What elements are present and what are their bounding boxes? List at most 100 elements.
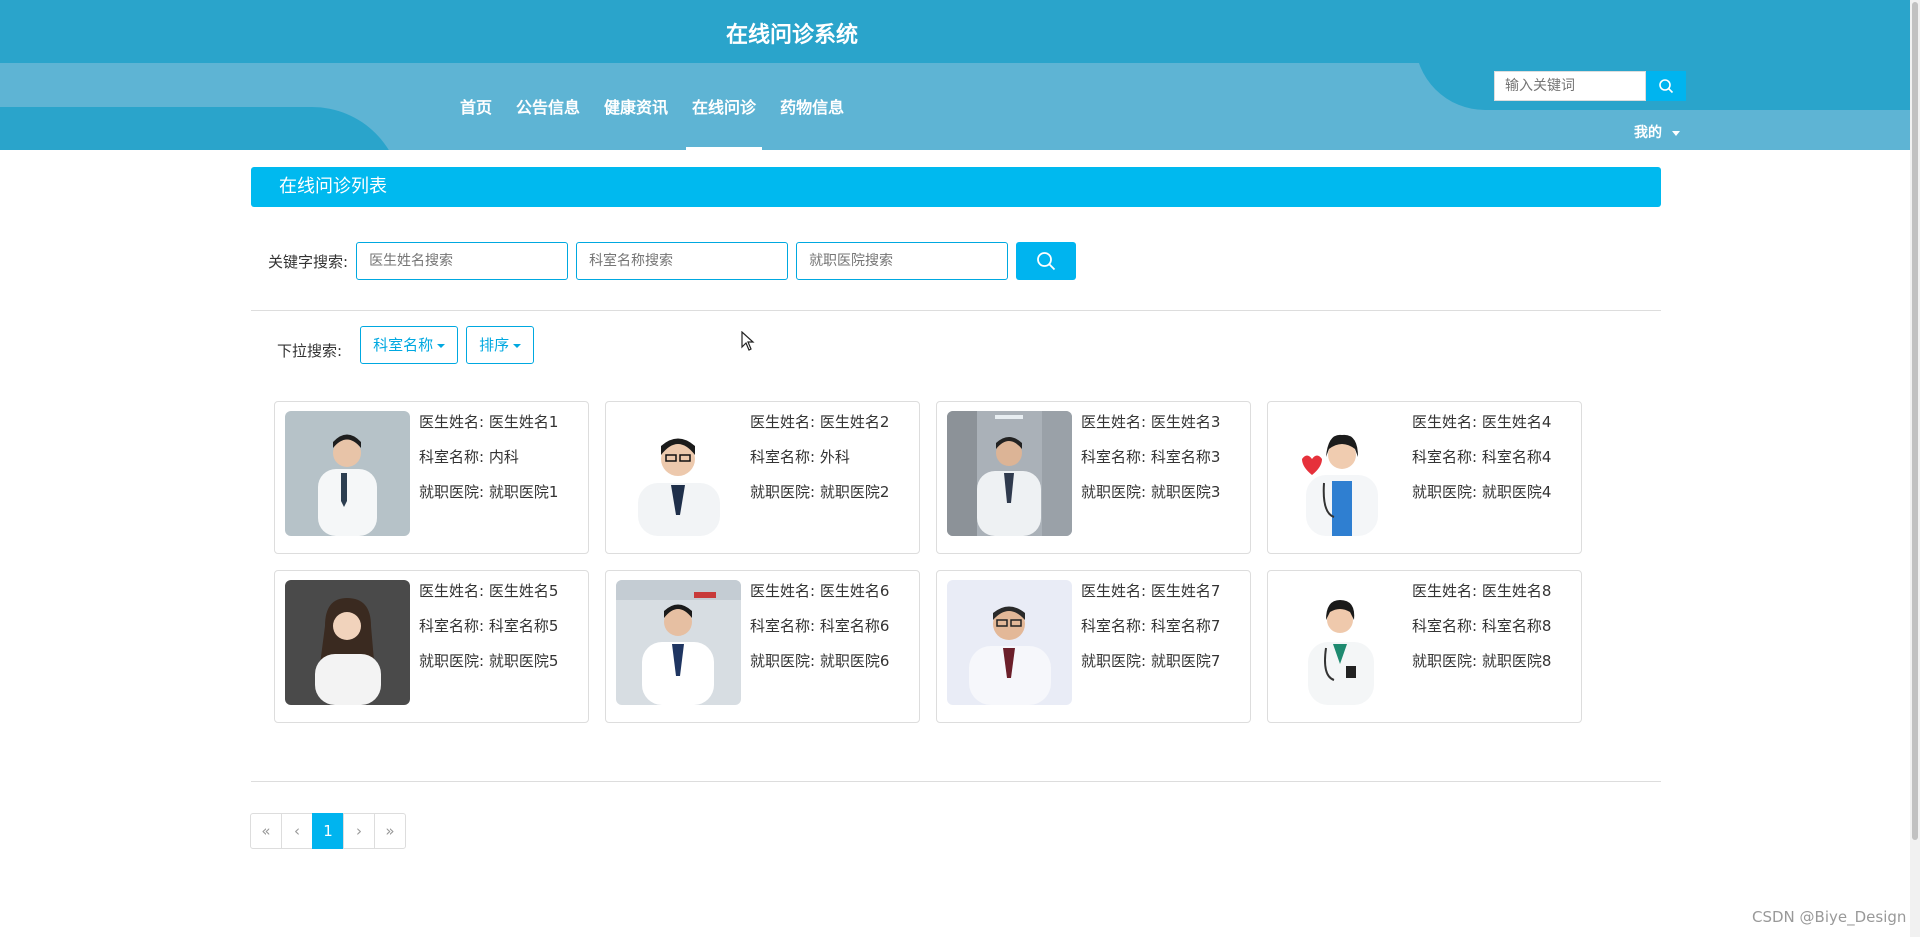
section-divider bbox=[251, 781, 1661, 782]
field-label: 科室名称: bbox=[1081, 448, 1147, 466]
dropdown-search-label: 下拉搜索: bbox=[277, 341, 343, 360]
doctor-photo bbox=[1278, 411, 1403, 536]
doctor-info: 医生姓名: 医生姓名1 科室名称: 内科 就职医院: 就职医院1 bbox=[419, 411, 558, 516]
doctor-name: 医生姓名4 bbox=[1481, 413, 1552, 431]
doctor-info: 医生姓名: 医生姓名8 科室名称: 科室名称8 就职医院: 就职医院8 bbox=[1412, 580, 1551, 685]
doctor-photo bbox=[1278, 580, 1403, 705]
doctor-name-row: 医生姓名: 医生姓名4 bbox=[1412, 411, 1551, 446]
hospital-row: 就职医院: 就职医院7 bbox=[1081, 650, 1220, 685]
sort-dropdown[interactable]: 排序 bbox=[466, 326, 535, 364]
user-menu[interactable]: 我的 bbox=[1634, 122, 1680, 142]
doctor-card[interactable]: 医生姓名: 医生姓名4 科室名称: 科室名称4 就职医院: 就职医院4 bbox=[1267, 401, 1582, 554]
keyword-search-label: 关键字搜索: bbox=[268, 252, 349, 271]
doctor-name: 医生姓名1 bbox=[488, 413, 559, 431]
page-last-button[interactable]: » bbox=[374, 813, 406, 849]
department-row: 科室名称: 外科 bbox=[750, 446, 889, 481]
hospital-name: 就职医院5 bbox=[488, 652, 559, 670]
doctor-card[interactable]: 医生姓名: 医生姓名8 科室名称: 科室名称8 就职医院: 就职医院8 bbox=[1267, 570, 1582, 723]
field-label: 科室名称: bbox=[419, 448, 485, 466]
field-label: 医生姓名: bbox=[419, 413, 485, 431]
field-label: 医生姓名: bbox=[1081, 582, 1147, 600]
doctor-info: 医生姓名: 医生姓名5 科室名称: 科室名称5 就职医院: 就职医院5 bbox=[419, 580, 558, 685]
doctor-name-row: 医生姓名: 医生姓名5 bbox=[419, 580, 558, 615]
page-first-button[interactable]: « bbox=[250, 813, 282, 849]
nav-health-news[interactable]: 健康资讯 bbox=[592, 76, 680, 150]
field-label: 科室名称: bbox=[750, 617, 816, 635]
doctor-info: 医生姓名: 医生姓名4 科室名称: 科室名称4 就职医院: 就职医院4 bbox=[1412, 411, 1551, 516]
doctor-card[interactable]: 医生姓名: 医生姓名5 科室名称: 科室名称5 就职医院: 就职医院5 bbox=[274, 570, 589, 723]
doctor-name-search-input[interactable] bbox=[356, 242, 569, 280]
department-dropdown[interactable]: 科室名称 bbox=[360, 326, 459, 364]
doctor-name-row: 医生姓名: 医生姓名3 bbox=[1081, 411, 1220, 446]
dropdown-search-row: 下拉搜索: 科室名称 排序 bbox=[277, 326, 542, 364]
doctor-card[interactable]: 医生姓名: 医生姓名1 科室名称: 内科 就职医院: 就职医院1 bbox=[274, 401, 589, 554]
section-divider bbox=[251, 310, 1661, 311]
header-decoration-left bbox=[0, 107, 402, 150]
field-label: 就职医院: bbox=[1412, 483, 1478, 501]
doctor-info: 医生姓名: 医生姓名6 科室名称: 科室名称6 就职医院: 就职医院6 bbox=[750, 580, 889, 685]
department-name: 科室名称5 bbox=[488, 617, 559, 635]
hospital-row: 就职医院: 就职医院2 bbox=[750, 481, 889, 516]
doctor-name-row: 医生姓名: 医生姓名8 bbox=[1412, 580, 1551, 615]
page-prev-button[interactable]: ‹ bbox=[281, 813, 313, 849]
page-scrollbar[interactable] bbox=[1910, 0, 1920, 937]
doctor-card[interactable]: 医生姓名: 医生姓名7 科室名称: 科室名称7 就职医院: 就职医院7 bbox=[936, 570, 1251, 723]
scrollbar-thumb[interactable] bbox=[1912, 2, 1918, 840]
field-label: 医生姓名: bbox=[1081, 413, 1147, 431]
department-row: 科室名称: 科室名称5 bbox=[419, 615, 558, 650]
header-search-input[interactable] bbox=[1494, 71, 1646, 101]
site-header: 在线问诊系统 首页 公告信息 健康资讯 在线问诊 药物信息 我的 bbox=[0, 0, 1920, 150]
hospital-row: 就职医院: 就职医院5 bbox=[419, 650, 558, 685]
mouse-cursor-icon bbox=[741, 331, 755, 351]
hospital-search-input[interactable] bbox=[796, 242, 1009, 280]
nav-announcements[interactable]: 公告信息 bbox=[504, 76, 592, 150]
header-search-button[interactable] bbox=[1646, 71, 1686, 101]
page-number-1[interactable]: 1 bbox=[312, 813, 344, 849]
field-label: 科室名称: bbox=[750, 448, 816, 466]
department-name: 科室名称4 bbox=[1481, 448, 1552, 466]
field-label: 医生姓名: bbox=[1412, 582, 1478, 600]
pagination: « ‹ 1 › » bbox=[250, 813, 406, 849]
department-search-input[interactable] bbox=[576, 242, 789, 280]
doctor-name: 医生姓名3 bbox=[1150, 413, 1221, 431]
doctor-name: 医生姓名2 bbox=[819, 413, 890, 431]
doctor-card[interactable]: 医生姓名: 医生姓名6 科室名称: 科室名称6 就职医院: 就职医院6 bbox=[605, 570, 920, 723]
hospital-name: 就职医院8 bbox=[1481, 652, 1552, 670]
nav-home[interactable]: 首页 bbox=[448, 76, 504, 150]
doctor-photo bbox=[616, 411, 741, 536]
hospital-name: 就职医院3 bbox=[1150, 483, 1221, 501]
keyword-search-row: 关键字搜索: bbox=[268, 242, 1077, 280]
user-menu-label: 我的 bbox=[1634, 125, 1662, 141]
doctor-name-row: 医生姓名: 医生姓名2 bbox=[750, 411, 889, 446]
doctor-card-grid: 医生姓名: 医生姓名1 科室名称: 内科 就职医院: 就职医院1 医生姓名: 医… bbox=[274, 401, 1582, 723]
doctor-name: 医生姓名5 bbox=[488, 582, 559, 600]
doctor-photo bbox=[616, 580, 741, 705]
field-label: 医生姓名: bbox=[419, 582, 485, 600]
hospital-row: 就职医院: 就职医院1 bbox=[419, 481, 558, 516]
department-row: 科室名称: 科室名称4 bbox=[1412, 446, 1551, 481]
doctor-card[interactable]: 医生姓名: 医生姓名2 科室名称: 外科 就职医院: 就职医院2 bbox=[605, 401, 920, 554]
department-name: 科室名称8 bbox=[1481, 617, 1552, 635]
field-label: 就职医院: bbox=[419, 483, 485, 501]
department-name: 科室名称7 bbox=[1150, 617, 1221, 635]
keyword-search-button[interactable] bbox=[1016, 242, 1077, 280]
field-label: 科室名称: bbox=[1412, 617, 1478, 635]
department-name: 科室名称3 bbox=[1150, 448, 1221, 466]
department-row: 科室名称: 科室名称3 bbox=[1081, 446, 1220, 481]
department-row: 科室名称: 内科 bbox=[419, 446, 558, 481]
doctor-name-row: 医生姓名: 医生姓名6 bbox=[750, 580, 889, 615]
doctor-card[interactable]: 医生姓名: 医生姓名3 科室名称: 科室名称3 就职医院: 就职医院3 bbox=[936, 401, 1251, 554]
page-next-button[interactable]: › bbox=[343, 813, 375, 849]
field-label: 就职医院: bbox=[1081, 652, 1147, 670]
nav-online-consultation[interactable]: 在线问诊 bbox=[680, 76, 768, 150]
field-label: 科室名称: bbox=[1081, 617, 1147, 635]
caret-down-icon bbox=[1672, 130, 1680, 136]
site-title: 在线问诊系统 bbox=[726, 23, 859, 48]
search-icon bbox=[1037, 252, 1056, 271]
nav-drug-info[interactable]: 药物信息 bbox=[768, 76, 856, 150]
department-row: 科室名称: 科室名称6 bbox=[750, 615, 889, 650]
field-label: 就职医院: bbox=[750, 652, 816, 670]
field-label: 科室名称: bbox=[1412, 448, 1478, 466]
doctor-info: 医生姓名: 医生姓名2 科室名称: 外科 就职医院: 就职医院2 bbox=[750, 411, 889, 516]
caret-down-icon bbox=[437, 343, 446, 348]
